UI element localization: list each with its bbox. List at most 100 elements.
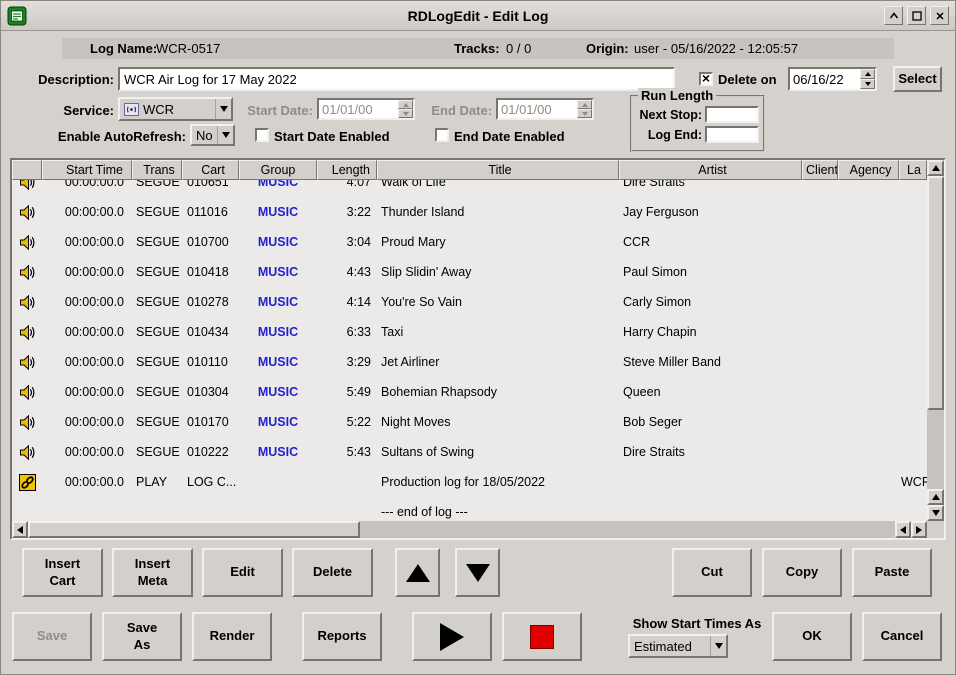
- save-as-button[interactable]: Save As: [102, 612, 182, 661]
- play-button[interactable]: [412, 612, 492, 661]
- cell-title: Sultans of Swing: [377, 437, 619, 467]
- cancel-button[interactable]: Cancel: [862, 612, 942, 661]
- cell-length: 6:33: [317, 317, 377, 347]
- speaker-icon: [12, 287, 42, 317]
- cell-trans: SEGUE: [132, 287, 182, 317]
- ok-button[interactable]: OK: [772, 612, 852, 661]
- column-header-artist[interactable]: Artist: [619, 160, 802, 180]
- cell-title: Bohemian Rhapsody: [377, 377, 619, 407]
- column-header-start-time[interactable]: Start Time: [42, 160, 132, 180]
- column-header-agency[interactable]: Agency: [838, 160, 899, 180]
- cell-agency: [838, 227, 899, 257]
- log-table: Start TimeTransCartGroupLengthTitleArtis…: [10, 158, 946, 540]
- reports-button[interactable]: Reports: [302, 612, 382, 661]
- log-row[interactable]: --- end of log ---: [12, 497, 927, 521]
- log-row[interactable]: 00:00:00.0SEGUE010170MUSIC5:22Night Move…: [12, 407, 927, 437]
- autorefresh-value: No: [196, 128, 213, 143]
- log-row[interactable]: 00:00:00.0SEGUE010651MUSIC4:07Walk of Li…: [12, 180, 927, 197]
- cut-button[interactable]: Cut: [672, 548, 752, 597]
- scroll-up-button[interactable]: [927, 160, 944, 176]
- delete-button[interactable]: Delete: [292, 548, 373, 597]
- maximize-button[interactable]: [907, 6, 926, 25]
- log-name-value: WCR-0517: [156, 38, 220, 59]
- stop-icon: [530, 625, 554, 649]
- scroll-down-button[interactable]: [927, 505, 944, 521]
- column-header-trans[interactable]: Trans: [132, 160, 182, 180]
- autorefresh-combo[interactable]: No: [190, 124, 235, 146]
- end-date-up-button: [577, 100, 592, 109]
- end-date-label: End Date:: [424, 101, 492, 121]
- show-start-times-combo[interactable]: Estimated: [628, 634, 728, 658]
- log-row[interactable]: 00:00:00.0SEGUE010434MUSIC6:33TaxiHarry …: [12, 317, 927, 347]
- delete-on-checkbox[interactable]: ×: [699, 72, 713, 86]
- speaker-icon: [19, 234, 36, 251]
- run-length-group: Run Length Next Stop: Log End:: [630, 95, 765, 152]
- delete-date-spinbox[interactable]: [788, 67, 877, 91]
- cell-start-time: 00:00:00.0: [42, 317, 132, 347]
- speaker-icon: [12, 347, 42, 377]
- scroll-left-button[interactable]: [12, 521, 28, 538]
- cell-group: MUSIC: [239, 197, 317, 227]
- speaker-icon: [19, 354, 36, 371]
- speaker-icon: [19, 294, 36, 311]
- horizontal-scrollbar[interactable]: [12, 521, 927, 538]
- log-row[interactable]: 00:00:00.0SEGUE011016MUSIC3:22Thunder Is…: [12, 197, 927, 227]
- select-button[interactable]: Select: [893, 66, 942, 92]
- cell-label: [899, 180, 927, 197]
- column-header-length[interactable]: Length: [317, 160, 377, 180]
- scroll-up-button-bottom[interactable]: [927, 489, 944, 505]
- delete-date-up-button[interactable]: [860, 69, 875, 79]
- cell-title: Thunder Island: [377, 197, 619, 227]
- column-header-client[interactable]: Client: [802, 160, 838, 180]
- log-row[interactable]: 00:00:00.0SEGUE010304MUSIC5:49Bohemian R…: [12, 377, 927, 407]
- speaker-icon: [19, 384, 36, 401]
- tracks-value: 0 / 0: [506, 38, 531, 59]
- cell-length: 5:49: [317, 377, 377, 407]
- cell-group: MUSIC: [239, 180, 317, 197]
- vertical-scrollbar[interactable]: [927, 160, 944, 521]
- end-date-enabled-checkbox[interactable]: [435, 128, 449, 142]
- insert-cart-button[interactable]: Insert Cart: [22, 548, 103, 597]
- stop-button[interactable]: [502, 612, 582, 661]
- move-up-button[interactable]: [395, 548, 440, 597]
- delete-date-input[interactable]: [790, 69, 860, 89]
- edit-button[interactable]: Edit: [202, 548, 283, 597]
- cell-client: [802, 317, 838, 347]
- cell-label: [899, 227, 927, 257]
- cell-artist: Dire Straits: [619, 437, 802, 467]
- column-header-icon[interactable]: [12, 160, 42, 180]
- column-header-title[interactable]: Title: [377, 160, 619, 180]
- copy-button[interactable]: Copy: [762, 548, 842, 597]
- insert-meta-button[interactable]: Insert Meta: [112, 548, 193, 597]
- render-button[interactable]: Render: [192, 612, 272, 661]
- description-input[interactable]: [118, 67, 675, 91]
- close-button[interactable]: [930, 6, 949, 25]
- cell-client: [802, 197, 838, 227]
- cell-start-time: 00:00:00.0: [42, 227, 132, 257]
- cell-trans: SEGUE: [132, 180, 182, 197]
- scroll-left-button-right[interactable]: [895, 521, 911, 538]
- log-row[interactable]: 00:00:00.0PLAYLOG C...Production log for…: [12, 467, 927, 497]
- column-header-group[interactable]: Group: [239, 160, 317, 180]
- scroll-right-button[interactable]: [911, 521, 927, 538]
- log-row[interactable]: 00:00:00.0SEGUE010110MUSIC3:29Jet Airlin…: [12, 347, 927, 377]
- paste-button[interactable]: Paste: [852, 548, 932, 597]
- service-combo[interactable]: WCR: [118, 97, 233, 121]
- cell-cart: 010222: [182, 437, 239, 467]
- log-row[interactable]: 00:00:00.0SEGUE010278MUSIC4:14You're So …: [12, 287, 927, 317]
- titlebar[interactable]: RDLogEdit - Edit Log: [1, 1, 955, 31]
- delete-date-down-button[interactable]: [860, 79, 875, 89]
- vertical-scroll-thumb[interactable]: [927, 176, 944, 410]
- column-header-cart[interactable]: Cart: [182, 160, 239, 180]
- horizontal-scroll-thumb[interactable]: [28, 521, 360, 538]
- move-down-button[interactable]: [455, 548, 500, 597]
- cell-length: 3:22: [317, 197, 377, 227]
- column-header-la[interactable]: La: [899, 160, 927, 180]
- cell-title: Jet Airliner: [377, 347, 619, 377]
- cell-trans: SEGUE: [132, 227, 182, 257]
- log-row[interactable]: 00:00:00.0SEGUE010222MUSIC5:43Sultans of…: [12, 437, 927, 467]
- log-row[interactable]: 00:00:00.0SEGUE010418MUSIC4:43Slip Slidi…: [12, 257, 927, 287]
- shade-button[interactable]: [884, 6, 903, 25]
- start-date-enabled-checkbox[interactable]: [255, 128, 269, 142]
- log-row[interactable]: 00:00:00.0SEGUE010700MUSIC3:04Proud Mary…: [12, 227, 927, 257]
